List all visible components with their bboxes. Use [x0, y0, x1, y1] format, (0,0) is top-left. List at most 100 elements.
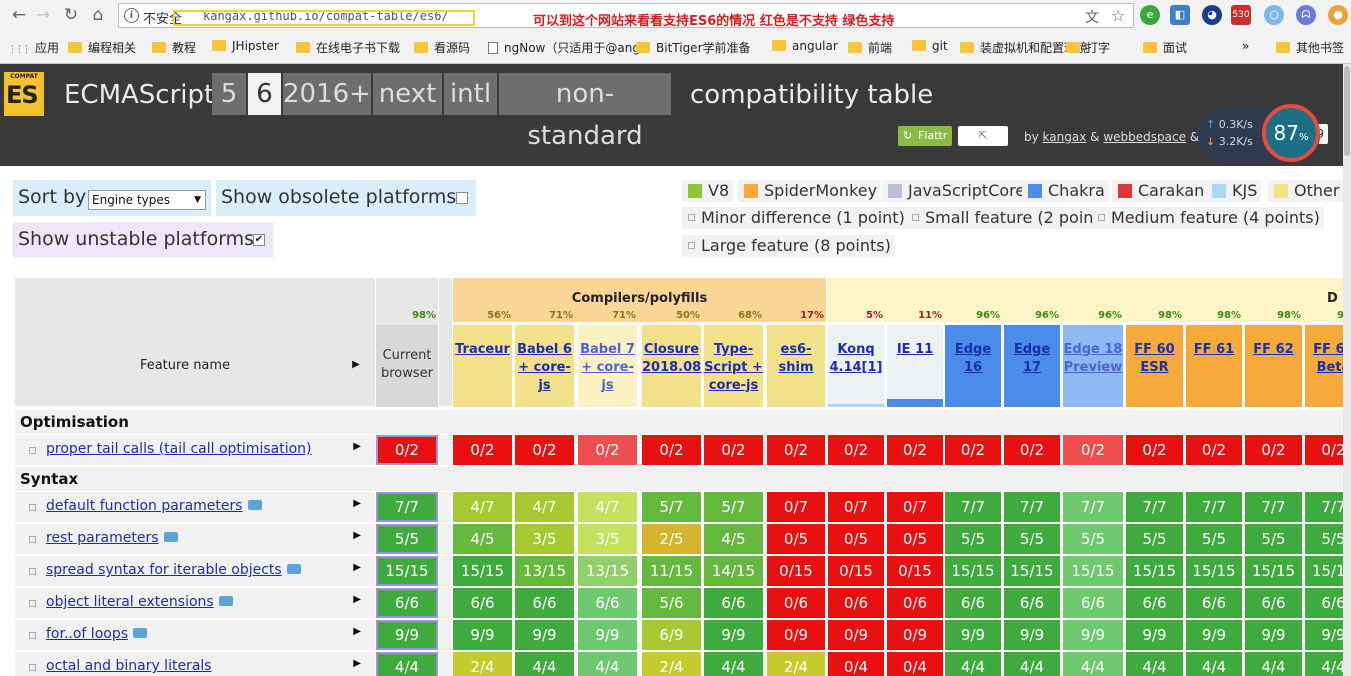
- current-browser-cell[interactable]: 4/4: [376, 652, 438, 676]
- column-header-link[interactable]: Edge 18 Preview: [1064, 342, 1123, 375]
- result-cell[interactable]: 0/2: [1126, 435, 1183, 465]
- result-cell[interactable]: 9/9: [515, 620, 574, 650]
- network-monitor-icon[interactable]: ◕: [1202, 5, 1222, 25]
- result-cell[interactable]: 0/2: [453, 435, 512, 465]
- result-cell[interactable]: 4/4: [1004, 652, 1060, 676]
- tab-version-next[interactable]: next: [373, 73, 442, 115]
- evernote-icon[interactable]: e: [1140, 5, 1160, 25]
- column-header[interactable]: Type-Script + core-js: [704, 325, 763, 407]
- result-cell[interactable]: 7/7: [1126, 492, 1183, 522]
- result-cell[interactable]: 3/5: [515, 524, 574, 554]
- home-icon[interactable]: ⌂: [87, 4, 109, 26]
- current-browser-cell[interactable]: 6/6: [376, 588, 438, 618]
- column-header-link[interactable]: Babel 7 + core-js: [580, 342, 635, 393]
- result-cell[interactable]: 4/5: [453, 524, 512, 554]
- column-header-link[interactable]: FF 62: [1253, 342, 1293, 357]
- column-header[interactable]: FF 61: [1186, 325, 1242, 407]
- current-browser-cell[interactable]: 0/2: [376, 435, 438, 465]
- flattr-share-icon[interactable]: ⇱: [958, 126, 1008, 146]
- result-cell[interactable]: 4/4: [1245, 652, 1302, 676]
- result-cell[interactable]: 7/7: [1186, 492, 1242, 522]
- expand-arrow-icon[interactable]: ▶: [353, 498, 361, 509]
- column-header[interactable]: Traceur: [453, 325, 512, 407]
- current-browser-cell[interactable]: 5/5: [376, 524, 438, 554]
- result-cell[interactable]: 5/5: [1305, 524, 1343, 554]
- back-arrow-icon[interactable]: ←: [8, 4, 30, 26]
- result-cell[interactable]: 9/9: [1245, 620, 1302, 650]
- result-cell[interactable]: 13/15: [515, 556, 574, 586]
- result-cell[interactable]: 7/7: [1305, 492, 1343, 522]
- column-header[interactable]: Edge 16: [945, 325, 1001, 407]
- result-cell[interactable]: 4/4: [515, 652, 574, 676]
- result-cell[interactable]: 0/6: [828, 588, 884, 618]
- sort-arrow-icon[interactable]: ▶: [351, 356, 361, 374]
- result-cell[interactable]: 9/9: [1305, 620, 1343, 650]
- tab-version-intl[interactable]: intl: [444, 73, 497, 115]
- bookmark-item[interactable]: 看源码: [414, 39, 470, 56]
- result-cell[interactable]: 15/15: [453, 556, 512, 586]
- bookmark-item[interactable]: 教程: [152, 39, 196, 56]
- column-header-link[interactable]: Traceur: [455, 342, 510, 357]
- result-cell[interactable]: 0/2: [828, 435, 884, 465]
- result-cell[interactable]: 6/6: [1245, 588, 1302, 618]
- result-cell[interactable]: 0/15: [828, 556, 884, 586]
- info-flag-icon[interactable]: [133, 628, 148, 638]
- expand-arrow-icon[interactable]: ▶: [353, 530, 361, 541]
- result-cell[interactable]: 0/4: [828, 652, 884, 676]
- result-cell[interactable]: 15/15: [1126, 556, 1183, 586]
- tab-version-5[interactable]: 5: [212, 73, 246, 115]
- result-cell[interactable]: 15/15: [945, 556, 1001, 586]
- result-cell[interactable]: 0/9: [767, 620, 825, 650]
- column-header[interactable]: Babel 7 + core-js: [578, 325, 637, 407]
- result-cell[interactable]: 5/5: [1004, 524, 1060, 554]
- result-cell[interactable]: 4/4: [578, 652, 637, 676]
- info-flag-icon[interactable]: [163, 532, 178, 542]
- result-cell[interactable]: 0/2: [887, 435, 943, 465]
- info-flag-icon[interactable]: [218, 596, 233, 606]
- column-header[interactable]: Closure 2018.08: [642, 325, 701, 407]
- tab-version-2016[interactable]: 2016+: [283, 73, 371, 115]
- bookmark-item[interactable]: 面试: [1143, 39, 1187, 56]
- column-header[interactable]: es6-shim: [767, 325, 825, 407]
- result-cell[interactable]: 0/6: [767, 588, 825, 618]
- feature-row[interactable]: rest parameters ▶: [15, 524, 375, 554]
- compat-es-logo[interactable]: COMPAT ES: [4, 72, 44, 116]
- column-header-link[interactable]: Babel 6 + core-js: [517, 342, 572, 393]
- result-cell[interactable]: 3/5: [578, 524, 637, 554]
- result-cell[interactable]: 0/15: [767, 556, 825, 586]
- column-header-link[interactable]: IE 11: [897, 342, 933, 357]
- result-cell[interactable]: 5/6: [642, 588, 701, 618]
- bookmark-item[interactable]: 其他书签: [1276, 39, 1344, 56]
- result-cell[interactable]: 0/2: [1305, 435, 1343, 465]
- result-cell[interactable]: 4/4: [704, 652, 763, 676]
- result-cell[interactable]: 0/2: [515, 435, 574, 465]
- result-cell[interactable]: 0/2: [1004, 435, 1060, 465]
- result-cell[interactable]: 9/9: [704, 620, 763, 650]
- result-cell[interactable]: 0/15: [887, 556, 943, 586]
- result-cell[interactable]: 5/5: [1245, 524, 1302, 554]
- circle-extension-icon[interactable]: ○: [1264, 5, 1284, 25]
- gmail-badge-icon[interactable]: 530: [1231, 5, 1251, 25]
- column-header[interactable]: Edge 18 Preview: [1063, 325, 1123, 407]
- result-cell[interactable]: 6/6: [1186, 588, 1242, 618]
- address-bar[interactable]: i 不安全 kangax.github.io/compat-table/es6/…: [118, 3, 1134, 29]
- result-cell[interactable]: 0/2: [1186, 435, 1242, 465]
- result-cell[interactable]: 11/15: [642, 556, 701, 586]
- result-cell[interactable]: 15/15: [1063, 556, 1123, 586]
- result-cell[interactable]: 6/6: [704, 588, 763, 618]
- result-cell[interactable]: 9/9: [578, 620, 637, 650]
- column-header-link[interactable]: Type-Script + core-js: [704, 342, 763, 393]
- result-cell[interactable]: 0/6: [887, 588, 943, 618]
- reload-icon[interactable]: ↻: [60, 4, 82, 26]
- result-cell[interactable]: 6/9: [642, 620, 701, 650]
- bookmark-item[interactable]: git: [912, 39, 948, 53]
- feature-link[interactable]: spread syntax for iterable objects: [46, 562, 301, 578]
- column-header-link[interactable]: Edge 17: [1014, 342, 1050, 375]
- column-header[interactable]: IE 11: [887, 325, 943, 407]
- result-cell[interactable]: 0/2: [1063, 435, 1123, 465]
- result-cell[interactable]: 0/7: [887, 492, 943, 522]
- feature-link[interactable]: default function parameters: [46, 498, 262, 514]
- feature-row[interactable]: octal and binary literals ▶: [15, 652, 375, 676]
- result-cell[interactable]: 0/9: [828, 620, 884, 650]
- result-cell[interactable]: 4/7: [578, 492, 637, 522]
